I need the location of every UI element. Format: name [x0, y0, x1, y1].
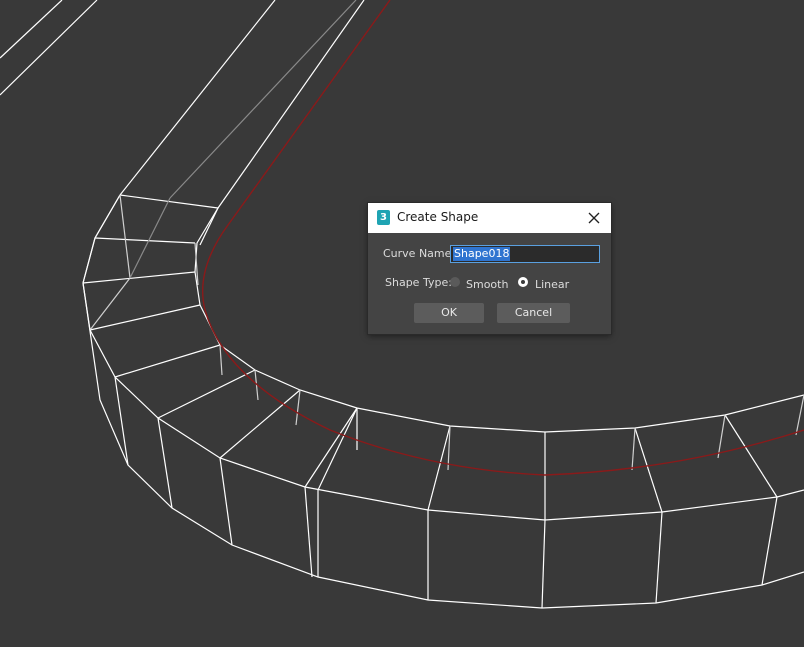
curve-name-label: Curve Name:	[383, 247, 456, 260]
3ds-max-icon: 3	[377, 210, 390, 225]
linear-label[interactable]: Linear	[535, 278, 569, 291]
dialog-title: Create Shape	[397, 210, 479, 224]
ok-button[interactable]: OK	[414, 303, 484, 323]
close-icon	[588, 212, 600, 224]
smooth-radio[interactable]	[450, 277, 460, 287]
dialog-titlebar[interactable]: 3 Create Shape	[368, 203, 611, 233]
linear-radio[interactable]	[518, 277, 528, 287]
curve-name-value: Shape018	[453, 247, 511, 261]
create-shape-dialog: 3 Create Shape Curve Name: Shape018 Shap…	[368, 203, 611, 334]
cancel-button[interactable]: Cancel	[497, 303, 570, 323]
curve-name-input[interactable]: Shape018	[450, 245, 600, 263]
shape-type-label: Shape Type:	[385, 276, 452, 289]
smooth-label[interactable]: Smooth	[466, 278, 508, 291]
close-button[interactable]	[583, 207, 605, 229]
